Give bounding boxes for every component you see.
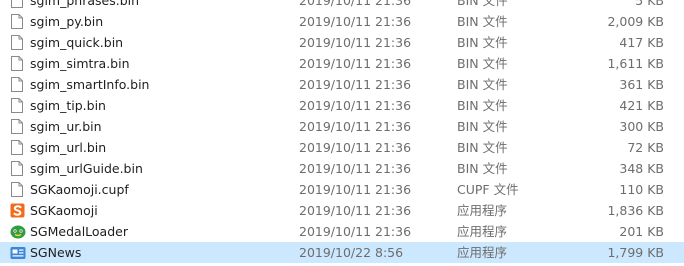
file-date: 2019/10/22 8:56 — [299, 245, 404, 260]
document-icon — [10, 14, 24, 29]
file-name: sgim_tip.bin — [30, 98, 106, 113]
file-list: sgim_phrases.bin 2019/10/11 21:36 BIN 文件… — [0, 0, 684, 263]
file-size: 5 KB — [635, 0, 664, 8]
file-date: 2019/10/11 21:36 — [299, 98, 412, 113]
file-row[interactable]: sgim_py.bin 2019/10/11 21:36 BIN 文件 2,00… — [0, 11, 684, 32]
file-name: SGKaomoji.cupf — [30, 182, 129, 197]
file-date: 2019/10/11 21:36 — [299, 182, 412, 197]
file-row[interactable]: sgim_urlGuide.bin 2019/10/11 21:36 BIN 文… — [0, 158, 684, 179]
document-icon — [10, 0, 24, 8]
file-row[interactable]: SGKaomoji.cupf 2019/10/11 21:36 CUPF 文件 … — [0, 179, 684, 200]
file-date: 2019/10/11 21:36 — [299, 77, 412, 92]
document-icon — [10, 35, 24, 50]
file-type: 应用程序 — [457, 203, 508, 218]
file-name: sgim_quick.bin — [30, 35, 124, 50]
file-name: sgim_phrases.bin — [30, 0, 140, 8]
file-row[interactable]: SGMedalLoader 2019/10/11 21:36 应用程序 201 … — [0, 221, 684, 242]
file-type: 应用程序 — [457, 224, 508, 239]
file-date: 2019/10/11 21:36 — [299, 35, 412, 50]
document-icon — [10, 119, 24, 134]
file-type: BIN 文件 — [457, 35, 508, 50]
file-size: 300 KB — [619, 119, 664, 134]
file-name: sgim_ur.bin — [30, 119, 102, 134]
file-name: SGMedalLoader — [30, 224, 128, 239]
file-size: 348 KB — [619, 161, 664, 176]
file-size: 1,799 KB — [607, 245, 664, 260]
file-name: SGNews — [30, 245, 82, 260]
file-row[interactable]: sgim_quick.bin 2019/10/11 21:36 BIN 文件 4… — [0, 32, 684, 53]
file-date: 2019/10/11 21:36 — [299, 161, 412, 176]
file-row[interactable]: sgim_url.bin 2019/10/11 21:36 BIN 文件 72 … — [0, 137, 684, 158]
file-row[interactable]: sgim_phrases.bin 2019/10/11 21:36 BIN 文件… — [0, 0, 684, 11]
file-type: BIN 文件 — [457, 56, 508, 71]
file-size: 361 KB — [619, 77, 664, 92]
file-date: 2019/10/11 21:36 — [299, 14, 412, 29]
file-name: sgim_simtra.bin — [30, 56, 130, 71]
file-size: 110 KB — [619, 182, 664, 197]
news-icon — [10, 245, 26, 260]
file-size: 421 KB — [619, 98, 664, 113]
document-icon — [10, 77, 24, 92]
file-size: 201 KB — [619, 224, 664, 239]
sogou-s-icon — [10, 203, 25, 218]
file-type: CUPF 文件 — [457, 182, 519, 197]
file-row[interactable]: sgim_smartInfo.bin 2019/10/11 21:36 BIN … — [0, 74, 684, 95]
file-type: BIN 文件 — [457, 98, 508, 113]
file-type: BIN 文件 — [457, 0, 508, 8]
file-name: sgim_url.bin — [30, 140, 107, 155]
document-icon — [10, 56, 24, 71]
document-icon — [10, 161, 24, 176]
file-date: 2019/10/11 21:36 — [299, 119, 412, 134]
file-size: 1,611 KB — [607, 56, 664, 71]
document-icon — [10, 140, 24, 155]
file-size: 2,009 KB — [607, 14, 664, 29]
medal-icon — [10, 224, 26, 239]
file-name: sgim_urlGuide.bin — [30, 161, 143, 176]
file-size: 1,836 KB — [607, 203, 664, 218]
file-size: 72 KB — [627, 140, 664, 155]
file-row[interactable]: sgim_simtra.bin 2019/10/11 21:36 BIN 文件 … — [0, 53, 684, 74]
file-type: BIN 文件 — [457, 140, 508, 155]
file-type: 应用程序 — [457, 245, 508, 260]
document-icon — [10, 98, 24, 113]
file-type: BIN 文件 — [457, 14, 508, 29]
document-icon — [10, 182, 24, 197]
file-size: 417 KB — [619, 35, 664, 50]
file-date: 2019/10/11 21:36 — [299, 0, 412, 8]
file-date: 2019/10/11 21:36 — [299, 224, 412, 239]
file-date: 2019/10/11 21:36 — [299, 203, 412, 218]
file-name: sgim_py.bin — [30, 14, 104, 29]
file-row[interactable]: sgim_tip.bin 2019/10/11 21:36 BIN 文件 421… — [0, 95, 684, 116]
file-type: BIN 文件 — [457, 119, 508, 134]
file-name: SGKaomoji — [30, 203, 98, 218]
file-date: 2019/10/11 21:36 — [299, 56, 412, 71]
file-type: BIN 文件 — [457, 161, 508, 176]
file-name: sgim_smartInfo.bin — [30, 77, 150, 92]
file-row[interactable]: SGKaomoji 2019/10/11 21:36 应用程序 1,836 KB — [0, 200, 684, 221]
file-type: BIN 文件 — [457, 77, 508, 92]
file-row-selected[interactable]: SGNews 2019/10/22 8:56 应用程序 1,799 KB — [0, 242, 684, 263]
file-date: 2019/10/11 21:36 — [299, 140, 412, 155]
file-row[interactable]: sgim_ur.bin 2019/10/11 21:36 BIN 文件 300 … — [0, 116, 684, 137]
